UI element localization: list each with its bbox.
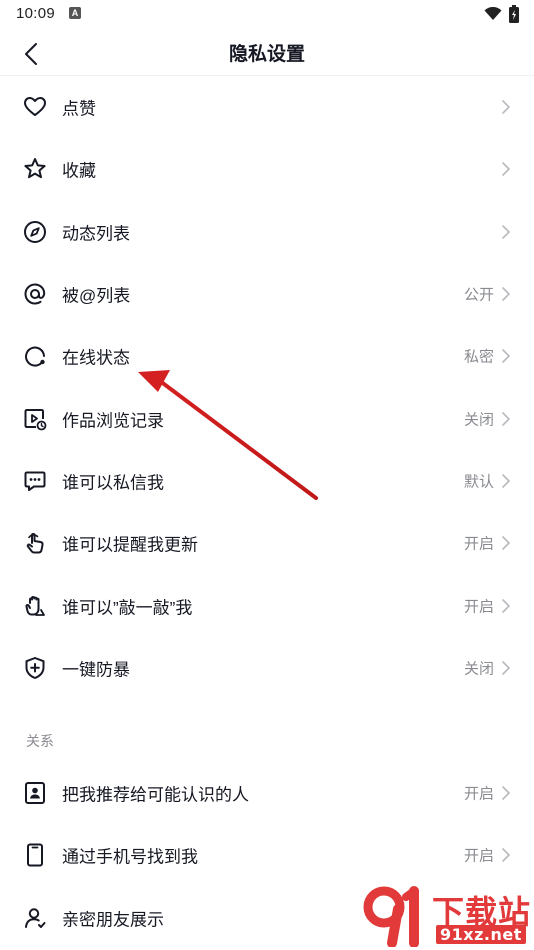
setting-label: 动态列表 [62, 224, 130, 244]
message-icon [24, 471, 46, 491]
chevron-right-icon [502, 536, 510, 551]
setting-row-anti-harassment[interactable]: 一键防暴 关闭 [0, 637, 534, 699]
chevron-right-icon [502, 598, 510, 613]
notification-badge-icon: A [69, 7, 81, 19]
setting-row-view-history[interactable]: 作品浏览记录 关闭 [0, 387, 534, 449]
setting-value: 默认 [463, 473, 494, 491]
setting-label: 点赞 [62, 99, 96, 119]
video-history-icon [24, 408, 47, 431]
setting-row-likes[interactable]: 点赞 [0, 76, 534, 138]
setting-label: 亲密朋友展示 [62, 910, 164, 930]
watermark: 下载站 91xz.net [362, 885, 534, 950]
setting-label: 谁可以提醒我更新 [62, 535, 198, 555]
watermark-url: 91xz.net [436, 925, 526, 944]
at-sign-icon [24, 283, 46, 305]
setting-label: 谁可以私信我 [62, 473, 164, 493]
compass-icon [24, 220, 46, 243]
setting-value: 开启 [463, 535, 494, 553]
setting-label: 作品浏览记录 [62, 411, 164, 431]
setting-value: 开启 [463, 847, 494, 865]
privacy-settings-list: 点赞 收藏 动态列表 被@列表 公开 在线状态 私密 作品浏览记录 关闭 谁可以… [0, 76, 534, 699]
chevron-right-icon [502, 349, 510, 364]
chevron-right-icon [502, 661, 510, 675]
setting-row-mentions[interactable]: 被@列表 公开 [0, 263, 534, 325]
setting-label: 把我推荐给可能认识的人 [62, 785, 249, 805]
setting-label: 在线状态 [62, 348, 130, 368]
section-title-relations: 关系 [26, 733, 54, 749]
chevron-right-icon [502, 786, 510, 800]
status-bar: 10:09 A [0, 0, 534, 28]
tap-hand-icon [26, 533, 44, 554]
chevron-right-icon [502, 848, 510, 863]
battery-icon [509, 5, 519, 23]
chevron-right-icon [502, 162, 510, 177]
setting-row-activity-list[interactable]: 动态列表 [0, 201, 534, 263]
setting-row-recommend-me[interactable]: 把我推荐给可能认识的人 开启 [0, 762, 534, 824]
setting-row-direct-message[interactable]: 谁可以私信我 默认 [0, 450, 534, 512]
chevron-right-icon [502, 411, 510, 426]
shield-plus-icon [25, 656, 45, 679]
setting-value: 开启 [463, 598, 494, 616]
setting-label: 收藏 [62, 161, 96, 181]
setting-row-favorites[interactable]: 收藏 [0, 138, 534, 200]
setting-row-online-status[interactable]: 在线状态 私密 [0, 325, 534, 387]
chevron-right-icon [502, 100, 510, 114]
heart-icon [24, 97, 46, 117]
setting-label: 谁可以”敲一敲”我 [62, 598, 193, 618]
chevron-right-icon [502, 224, 510, 239]
status-time: 10:09 [16, 5, 56, 22]
setting-value: 开启 [463, 785, 494, 803]
star-icon [24, 158, 46, 179]
nav-bar: 隐私设置 [0, 28, 534, 76]
watermark-logo-icon [363, 886, 419, 947]
phone-icon [27, 843, 43, 867]
setting-row-find-by-phone[interactable]: 通过手机号找到我 开启 [0, 824, 534, 886]
chevron-right-icon [502, 287, 510, 301]
setting-row-update-reminder[interactable]: 谁可以提醒我更新 开启 [0, 512, 534, 574]
online-status-icon [25, 346, 45, 367]
setting-value: 关闭 [463, 411, 494, 429]
setting-value: 私密 [463, 348, 494, 366]
setting-label: 被@列表 [62, 286, 131, 306]
chevron-right-icon [502, 474, 510, 488]
wifi-icon [484, 7, 502, 20]
setting-value: 公开 [463, 286, 494, 304]
knock-hand-icon [25, 595, 45, 616]
contact-card-icon [25, 782, 45, 805]
setting-value: 关闭 [463, 660, 494, 678]
setting-label: 一键防暴 [62, 660, 130, 680]
user-icon [25, 908, 46, 928]
setting-row-knock[interactable]: 谁可以”敲一敲”我 开启 [0, 574, 534, 636]
page-title: 隐私设置 [228, 44, 305, 65]
setting-label: 通过手机号找到我 [62, 847, 198, 867]
